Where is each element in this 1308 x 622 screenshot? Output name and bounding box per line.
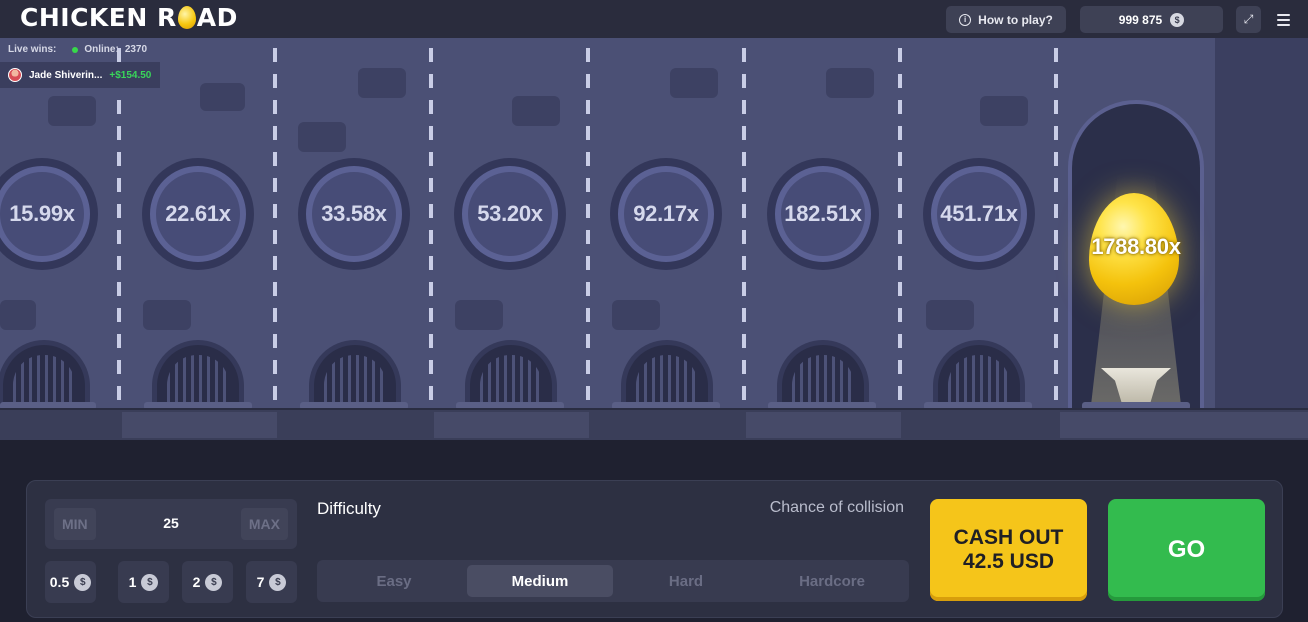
final-multiplier: 1788.80x (1091, 234, 1181, 259)
sewer-grate (621, 340, 713, 404)
wall-brick (200, 83, 245, 111)
online-count: 2370 (124, 44, 148, 55)
live-wins-label: Live wins: (8, 44, 57, 55)
online-label: Online: (84, 44, 119, 55)
wall-brick (298, 122, 346, 152)
avatar (8, 68, 22, 82)
wall-brick (0, 300, 36, 330)
quick-bet-button[interactable]: 0.5 $ (45, 561, 96, 603)
game-app: CHICKEN RAD i How to play? 999 875 $ ⤢ (0, 0, 1308, 622)
wall-brick (670, 68, 718, 98)
dollar-coin-icon: $ (205, 573, 223, 591)
wall-brick (980, 96, 1028, 126)
how-to-play-button[interactable]: i How to play? (946, 6, 1066, 33)
multiplier-label: 22.61x (165, 201, 231, 226)
fullscreen-button[interactable]: ⤢ (1236, 6, 1261, 33)
wall-brick (455, 300, 503, 330)
wall-brick (826, 68, 874, 98)
wall-brick (48, 96, 96, 126)
dollar-coin-icon: $ (141, 573, 159, 591)
cash-out-label: CASH OUT (953, 526, 1064, 549)
multiplier-label: 33.58x (321, 201, 387, 226)
multiplier-label: 53.20x (477, 201, 543, 226)
top-bar: CHICKEN R AD i How to play? 999 875 $ ⤢ (0, 0, 1308, 38)
sewer-grate (777, 340, 869, 404)
multiplier-coin[interactable]: 53.20x (454, 158, 566, 270)
control-panel: MIN 25 MAX 0.5 $ 1 $ 2 $ 7 $ Difficulty Chan… (26, 480, 1283, 618)
dollar-coin-icon: $ (74, 573, 92, 591)
lane-divider (117, 48, 121, 410)
wall-brick (358, 68, 406, 98)
go-label: GO (1167, 536, 1206, 563)
difficulty-medium[interactable]: Medium (467, 565, 613, 597)
lane-divider (586, 48, 590, 410)
chance-of-collision-label: Chance of collision (769, 499, 904, 516)
sewer-grate (309, 340, 401, 404)
sewer-grate (465, 340, 557, 404)
win-amount: +$154.50 (109, 69, 152, 81)
wall-brick (143, 300, 191, 330)
wall-brick (512, 96, 560, 126)
road-strip (0, 410, 1308, 440)
difficulty-hardcore[interactable]: Hardcore (759, 565, 905, 597)
sewer-grate (152, 340, 244, 404)
multiplier-coin[interactable]: 15.99x (0, 158, 98, 270)
multiplier-label: 451.71x (940, 201, 1018, 226)
wall-brick (926, 300, 974, 330)
multiplier-coin[interactable]: 33.58x (298, 158, 410, 270)
winner-name: Jade Shiverin... (29, 69, 103, 81)
multiplier-coin[interactable]: 451.71x (923, 158, 1035, 270)
balance-display: 999 875 $ (1080, 6, 1223, 33)
game-board: 15.99x 22.61x 33.58x 53.20x 92.17x 182.5… (0, 38, 1308, 440)
dollar-coin-icon: $ (1170, 12, 1185, 27)
balance-value: 999 875 (1118, 12, 1163, 27)
live-wins-header: Live wins: Online: 2370 (8, 44, 147, 55)
wall-brick (612, 300, 660, 330)
lane-divider (742, 48, 746, 410)
multiplier-coin[interactable]: 182.51x (767, 158, 879, 270)
how-to-play-label: How to play? (978, 12, 1053, 27)
lane-divider (429, 48, 433, 410)
quick-bet-button[interactable]: 1 $ (118, 561, 169, 603)
live-win-item: Jade Shiverin... +$154.50 (0, 62, 160, 88)
castle-wall (1215, 38, 1308, 410)
quick-bet-button[interactable]: 7 $ (246, 561, 297, 603)
lane-divider (898, 48, 902, 410)
cash-out-amount: 42.5 USD (962, 550, 1055, 573)
difficulty-easy[interactable]: Easy (321, 565, 467, 597)
menu-button[interactable] (1270, 6, 1296, 33)
bet-amount-control: MIN 25 MAX (45, 499, 297, 549)
online-dot-icon (72, 46, 79, 53)
multiplier-coin[interactable]: 92.17x (610, 158, 722, 270)
fullscreen-icon: ⤢ (1243, 12, 1254, 26)
menu-icon (1276, 13, 1290, 16)
logo: CHICKEN R AD (20, 3, 238, 32)
dollar-coin-icon: $ (269, 573, 287, 591)
lane-divider (273, 48, 277, 410)
sewer-grate (0, 340, 90, 404)
go-button[interactable]: GO (1108, 499, 1265, 601)
difficulty-label: Difficulty (317, 499, 381, 518)
multiplier-label: 182.51x (784, 201, 862, 226)
max-bet-button[interactable]: MAX (240, 508, 288, 540)
multiplier-label: 92.17x (633, 201, 699, 226)
cash-out-button[interactable]: CASH OUT 42.5 USD (930, 499, 1087, 601)
multiplier-label: 15.99x (9, 201, 75, 226)
difficulty-selector: Easy Medium Hard Hardcore (317, 560, 909, 602)
lane-divider (1054, 48, 1058, 410)
multiplier-coin[interactable]: 22.61x (142, 158, 254, 270)
egg-icon (177, 6, 196, 29)
difficulty-hard[interactable]: Hard (613, 565, 759, 597)
quick-bet-button[interactable]: 2 $ (182, 561, 233, 603)
info-icon: i (959, 13, 972, 26)
sewer-grate (933, 340, 1025, 404)
